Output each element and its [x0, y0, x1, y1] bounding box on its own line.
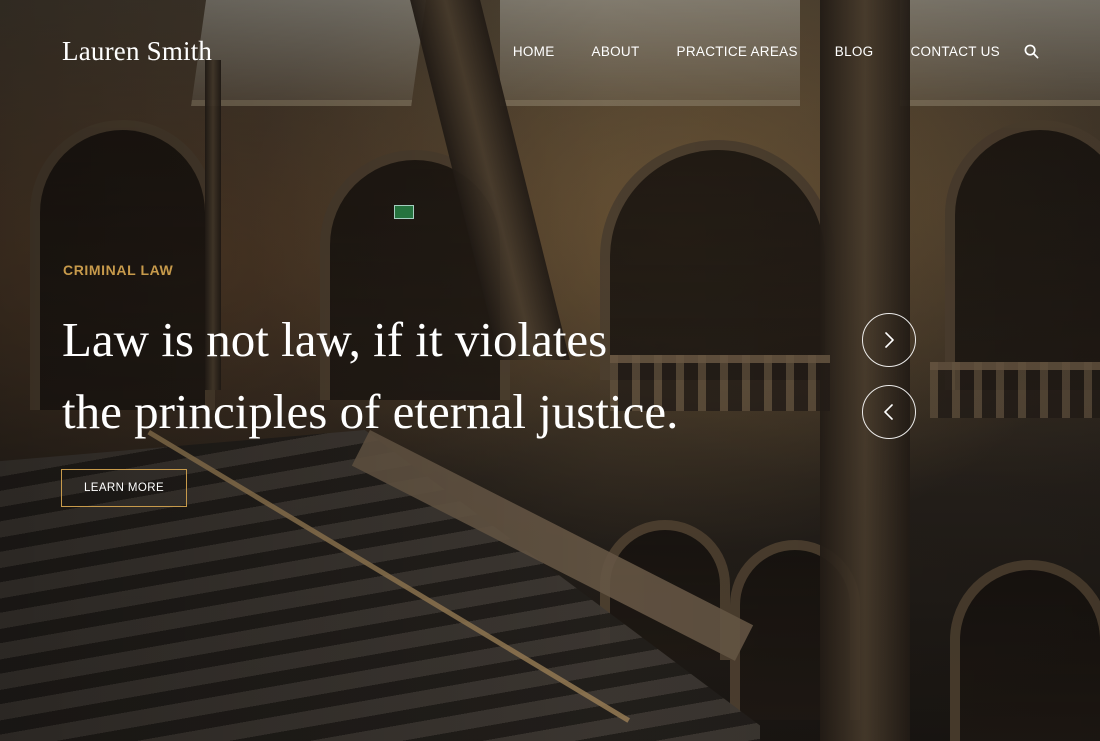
nav-item-blog[interactable]: BLOG — [835, 44, 874, 59]
slide-headline-line-2: the principles of eternal justice. — [62, 384, 679, 439]
chevron-right-icon — [885, 332, 894, 348]
slider-prev-button[interactable] — [862, 385, 916, 439]
learn-more-button[interactable]: LEARN MORE — [61, 469, 187, 507]
hero-slider: Lauren Smith HOME ABOUT PRACTICE AREAS B… — [0, 0, 1100, 741]
slide-category: CRIMINAL LAW — [63, 262, 174, 278]
nav-item-about[interactable]: ABOUT — [592, 44, 640, 59]
main-navigation: HOME ABOUT PRACTICE AREAS BLOG CONTACT U… — [513, 42, 1040, 60]
chevron-left-icon — [884, 404, 893, 420]
search-button[interactable] — [1022, 42, 1040, 60]
slider-next-button[interactable] — [862, 313, 916, 367]
slide-headline: Law is not law, if it violates the princ… — [62, 304, 822, 448]
site-logo[interactable]: Lauren Smith — [62, 36, 212, 67]
nav-item-home[interactable]: HOME — [513, 44, 555, 59]
search-icon — [1024, 44, 1038, 58]
nav-item-contact-us[interactable]: CONTACT US — [910, 44, 1000, 59]
nav-item-practice-areas[interactable]: PRACTICE AREAS — [677, 44, 798, 59]
slide-headline-line-1: Law is not law, if it violates — [62, 312, 608, 367]
